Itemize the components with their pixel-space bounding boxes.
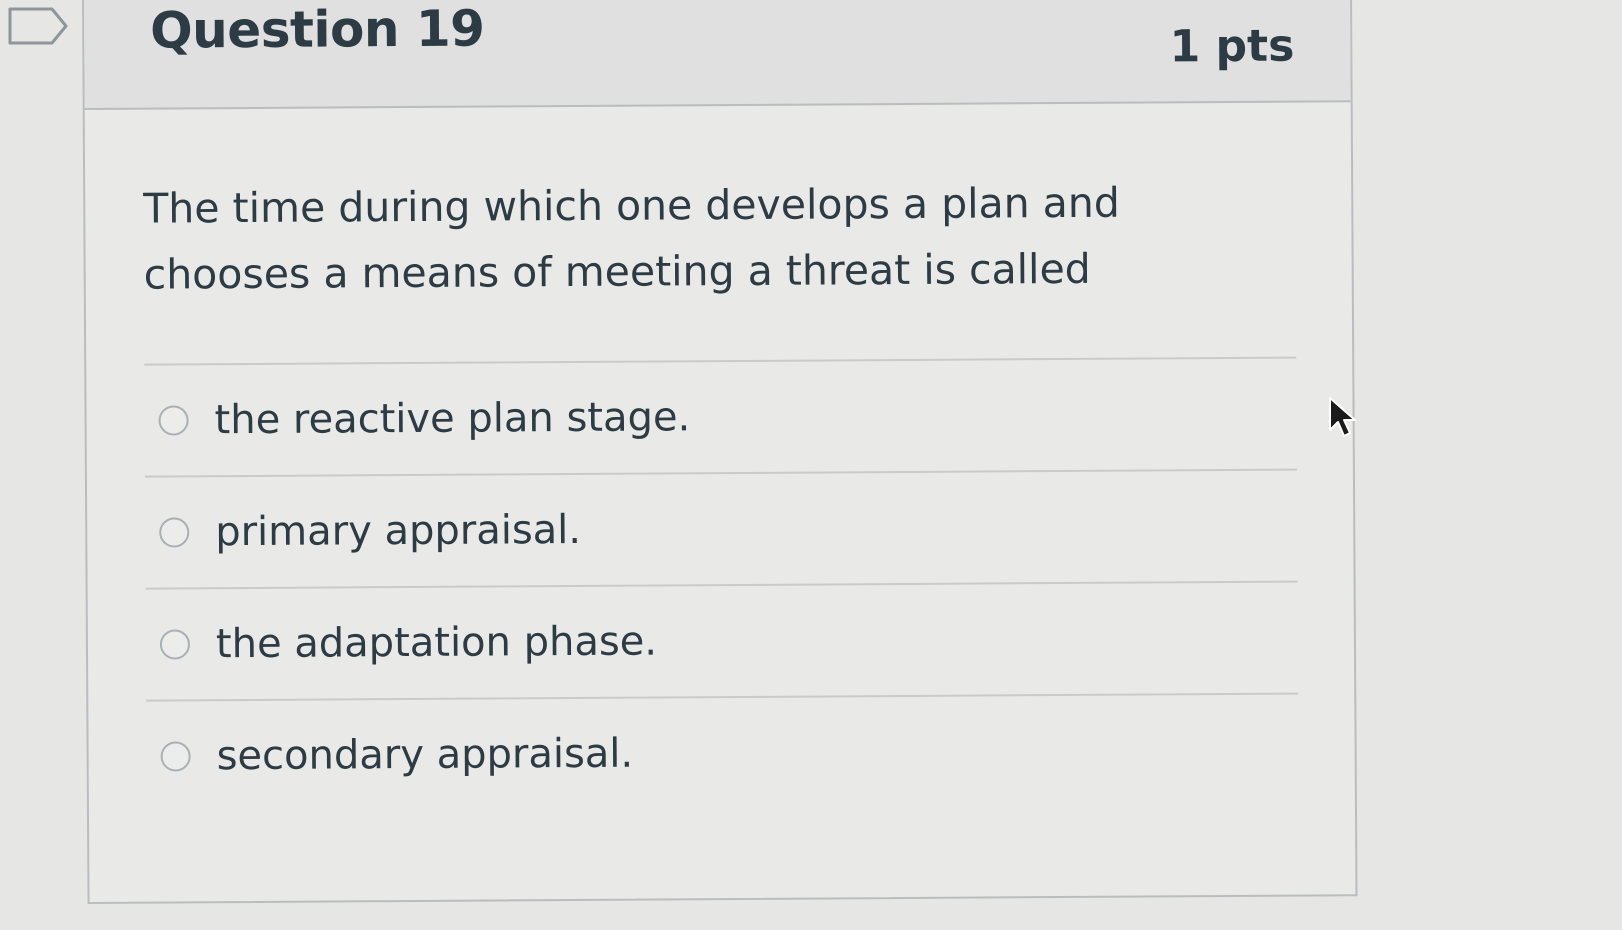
question-card: Question 19 1 pts The time during which … [82,0,1358,904]
flag-question-icon[interactable] [8,6,68,46]
answer-option-3[interactable]: the adaptation phase. [145,582,1299,702]
answer-option-2[interactable]: primary appraisal. [144,470,1298,590]
radio-button[interactable] [159,629,191,660]
radio-button[interactable] [159,517,190,548]
radio-button[interactable] [158,405,189,436]
radio-button[interactable] [160,741,191,772]
question-points: 1 pts [1169,20,1295,73]
answer-label: secondary appraisal. [216,730,634,780]
question-title: Question 19 [150,0,485,60]
answer-option-1[interactable]: the reactive plan stage. [144,358,1297,478]
answer-label: the adaptation phase. [215,618,658,668]
answer-option-4[interactable]: secondary appraisal. [146,695,1299,812]
question-body: The time during which one develops a pla… [85,102,1355,812]
question-header: Question 19 1 pts [84,0,1351,110]
mouse-pointer-icon [1329,397,1356,437]
answer-label: primary appraisal. [215,506,582,556]
answer-list: the reactive plan stage. primary apprais… [144,356,1299,812]
question-text: The time during which one develops a pla… [143,178,1120,299]
answer-label: the reactive plan stage. [214,394,691,444]
